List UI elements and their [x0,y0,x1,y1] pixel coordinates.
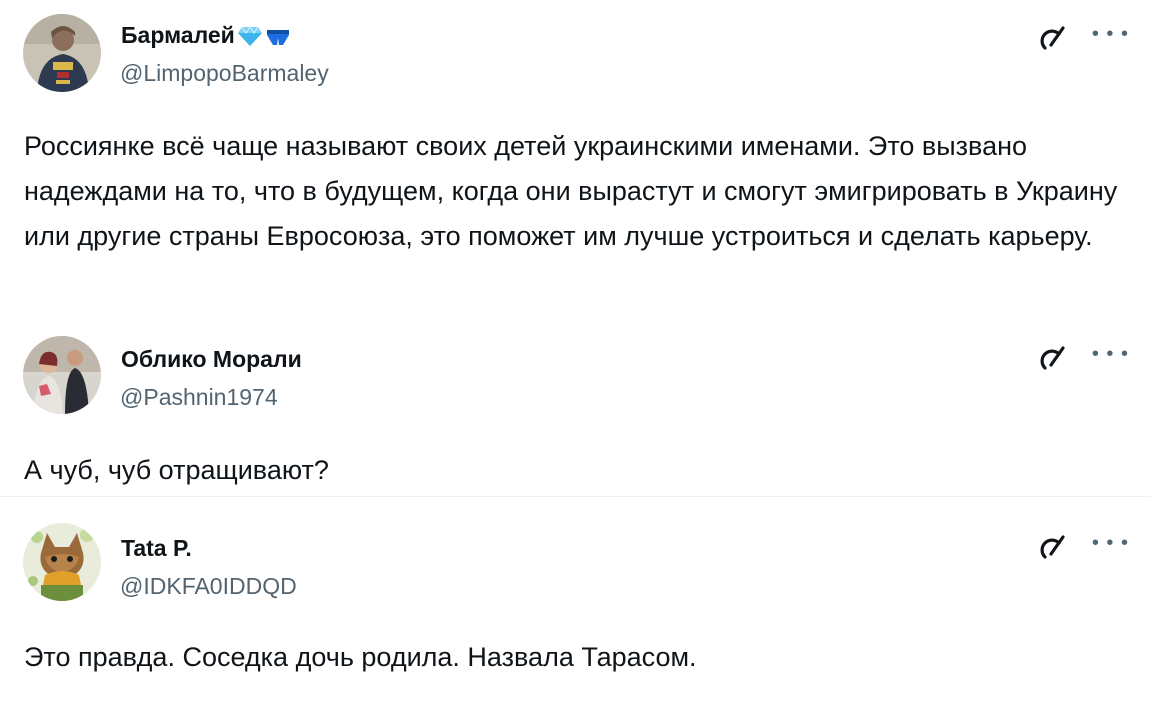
avatar[interactable] [23,523,101,601]
user-handle[interactable]: @LimpopoBarmaley [120,60,329,87]
tweet-text: Это правда. Соседка дочь родила. Назвала… [24,642,697,672]
display-name[interactable]: Tata P. [121,535,192,562]
tweet-actions: • • • [1036,344,1129,374]
display-name[interactable]: Облико Морали [121,346,302,373]
grok-icon[interactable] [1036,533,1066,563]
tweet[interactable]: Бармалей @LimpopoBarmaley • • • Россиянк… [0,0,1151,330]
tweet-text: А чуб, чуб отращивают? [24,455,329,485]
tweet-actions: • • • [1036,533,1129,563]
diamond-icon [237,25,262,46]
more-icon[interactable]: • • • [1092,344,1129,364]
more-icon[interactable]: • • • [1092,24,1129,44]
user-handle[interactable]: @Pashnin1974 [120,384,278,411]
shorts-icon [266,29,289,45]
more-icon[interactable]: • • • [1092,533,1129,553]
avatar[interactable] [23,336,101,414]
tweet-actions: • • • [1036,24,1129,54]
tweet[interactable]: Tata P. @IDKFA0IDDQD • • • Это правда. С… [0,496,1151,717]
avatar[interactable] [23,14,101,92]
tweet-text: Россиянке всё чаще называют своих детей … [24,131,1118,251]
tweet[interactable]: Облико Морали @Pashnin1974 • • • А чуб, … [0,330,1151,496]
grok-icon[interactable] [1036,344,1066,374]
display-name[interactable]: Бармалей [121,22,291,49]
user-handle[interactable]: @IDKFA0IDDQD [120,573,297,600]
grok-icon[interactable] [1036,24,1066,54]
